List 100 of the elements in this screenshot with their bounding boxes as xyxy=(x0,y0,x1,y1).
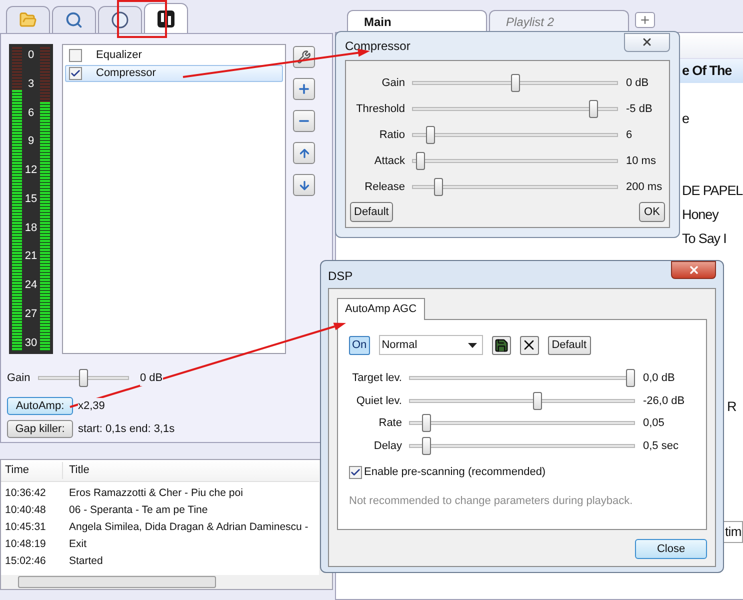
gain-slider[interactable] xyxy=(38,369,129,387)
item-label: Compressor xyxy=(96,66,156,82)
column-header[interactable]: Time xyxy=(1,462,63,479)
close-button[interactable]: Close xyxy=(635,539,707,559)
tab[interactable] xyxy=(144,3,188,33)
scale-label: 9 xyxy=(28,134,34,150)
slider-thumb[interactable] xyxy=(589,100,598,118)
slider-label: Gain xyxy=(380,76,405,91)
side-button[interactable] xyxy=(293,174,315,196)
title-cell-text: Started xyxy=(68,554,103,569)
parameter-slider[interactable] xyxy=(412,178,618,196)
item-label: Equalizer xyxy=(96,48,142,64)
dropdown-arrow-icon xyxy=(468,342,477,348)
parameter-slider[interactable] xyxy=(412,152,618,170)
gap-killer-button[interactable]: Gap killer: xyxy=(7,420,73,438)
plus-icon xyxy=(297,82,311,96)
parameter-slider[interactable] xyxy=(409,369,635,388)
autoamp-button[interactable]: AutoAmp: xyxy=(7,397,73,415)
scale-label: 15 xyxy=(24,192,38,207)
side-button[interactable] xyxy=(293,46,315,68)
checkbox[interactable] xyxy=(69,67,82,80)
slider-reading: 200 ms xyxy=(626,180,662,195)
list-item[interactable]: Compressor xyxy=(65,65,283,82)
horizontal-scrollbar[interactable] xyxy=(1,575,332,589)
slider-reading: 0,05 xyxy=(643,416,664,431)
tab[interactable]: Playlist 2 xyxy=(489,10,629,32)
slider-reading: -5 dB xyxy=(626,102,652,117)
delete-button[interactable] xyxy=(520,336,539,354)
track-title: e Of The xyxy=(682,62,732,80)
title-cell-text: Angela Similea, Dida Dragan & Adrian Daminescu - xyxy=(68,520,308,535)
default-button[interactable]: Default xyxy=(350,202,393,222)
slider-thumb[interactable] xyxy=(422,436,432,455)
dialog-title: Compressor xyxy=(345,38,410,55)
time-cell-text: 10:48:19 xyxy=(4,536,47,552)
parameter-slider[interactable] xyxy=(409,436,635,455)
slider-reading: -26,0 dB xyxy=(643,394,685,408)
scale-label: 0 xyxy=(28,48,34,63)
slider-label: Threshold xyxy=(355,102,405,117)
checkbox-label: Enable pre-scanning (recommended) xyxy=(364,465,546,480)
title-cell-text: Eros Ramazzotti & Cher - Piu che poi xyxy=(68,486,243,501)
slider-label: Attack xyxy=(373,154,405,169)
scale-label: 12 xyxy=(24,163,38,178)
side-button[interactable] xyxy=(293,78,315,100)
slider-thumb[interactable] xyxy=(422,414,432,432)
tab[interactable]: AutoAmp AGC xyxy=(337,298,425,320)
on-toggle[interactable]: On xyxy=(349,336,370,354)
scale-label: 18 xyxy=(24,220,38,236)
scale-label: 3 xyxy=(28,76,34,92)
tools-icon xyxy=(297,50,311,64)
title-cell-text: Exit xyxy=(68,536,87,552)
scale-label: 24 xyxy=(24,278,38,293)
slider-thumb[interactable] xyxy=(416,152,425,170)
close-button[interactable] xyxy=(671,261,716,279)
track-title: To Say I xyxy=(682,230,726,248)
ok-button[interactable]: OK xyxy=(639,202,665,222)
default-button[interactable]: Default xyxy=(548,336,591,354)
preset-dropdown[interactable]: Normal xyxy=(378,335,483,355)
slider-thumb[interactable] xyxy=(626,369,635,388)
slider-reading: 0 dB xyxy=(626,76,649,91)
time-cell-text: 15:02:46 xyxy=(4,554,47,569)
scale-label: 27 xyxy=(24,306,38,322)
title-cell-text: 06 - Speranta - Te am pe Tine xyxy=(68,502,208,518)
save-button[interactable] xyxy=(492,336,511,354)
text-field[interactable]: tim xyxy=(723,521,743,543)
add-tab-button[interactable] xyxy=(635,12,655,28)
slider-thumb[interactable] xyxy=(426,126,435,144)
checkbox[interactable] xyxy=(69,49,82,62)
column-header[interactable]: Title xyxy=(63,462,90,479)
slider-label: Delay xyxy=(372,438,402,454)
clock-icon xyxy=(111,11,129,29)
slider-reading: 10 ms xyxy=(626,154,656,169)
slider-label: Ratio xyxy=(378,128,405,143)
slider-thumb[interactable] xyxy=(532,392,542,410)
slider-label: Quiet lev. xyxy=(355,394,402,408)
down-arrow-icon xyxy=(298,178,310,192)
time-cell-text: 10:36:42 xyxy=(4,486,47,501)
parameter-slider[interactable] xyxy=(412,126,618,144)
parameter-slider[interactable] xyxy=(412,100,618,118)
parameter-slider[interactable] xyxy=(412,74,618,92)
parameter-slider[interactable] xyxy=(409,392,635,410)
plus-icon xyxy=(639,14,651,26)
slider-thumb[interactable] xyxy=(79,369,88,387)
slider-thumb[interactable] xyxy=(510,74,520,92)
parameter-slider[interactable] xyxy=(409,414,635,432)
time-cell-text: 10:40:48 xyxy=(4,502,47,518)
close-button[interactable] xyxy=(624,32,670,52)
slider-reading: 6 xyxy=(626,128,632,143)
slider-label: Release xyxy=(364,180,405,195)
slider-reading: 0,0 dB xyxy=(643,371,675,386)
checkbox[interactable] xyxy=(349,466,362,479)
gain-label: Gain xyxy=(7,370,32,386)
side-button[interactable] xyxy=(293,110,315,132)
gap-killer-reading: start: 0,1s end: 3,1s xyxy=(78,422,175,437)
slider-thumb[interactable] xyxy=(434,178,443,196)
list-item[interactable]: Equalizer xyxy=(65,47,283,64)
scale-label: 21 xyxy=(24,249,38,264)
track-title: R xyxy=(727,398,736,416)
side-button[interactable] xyxy=(293,142,315,164)
tab[interactable]: Main xyxy=(347,10,487,32)
dialog-title: DSP xyxy=(328,268,353,285)
